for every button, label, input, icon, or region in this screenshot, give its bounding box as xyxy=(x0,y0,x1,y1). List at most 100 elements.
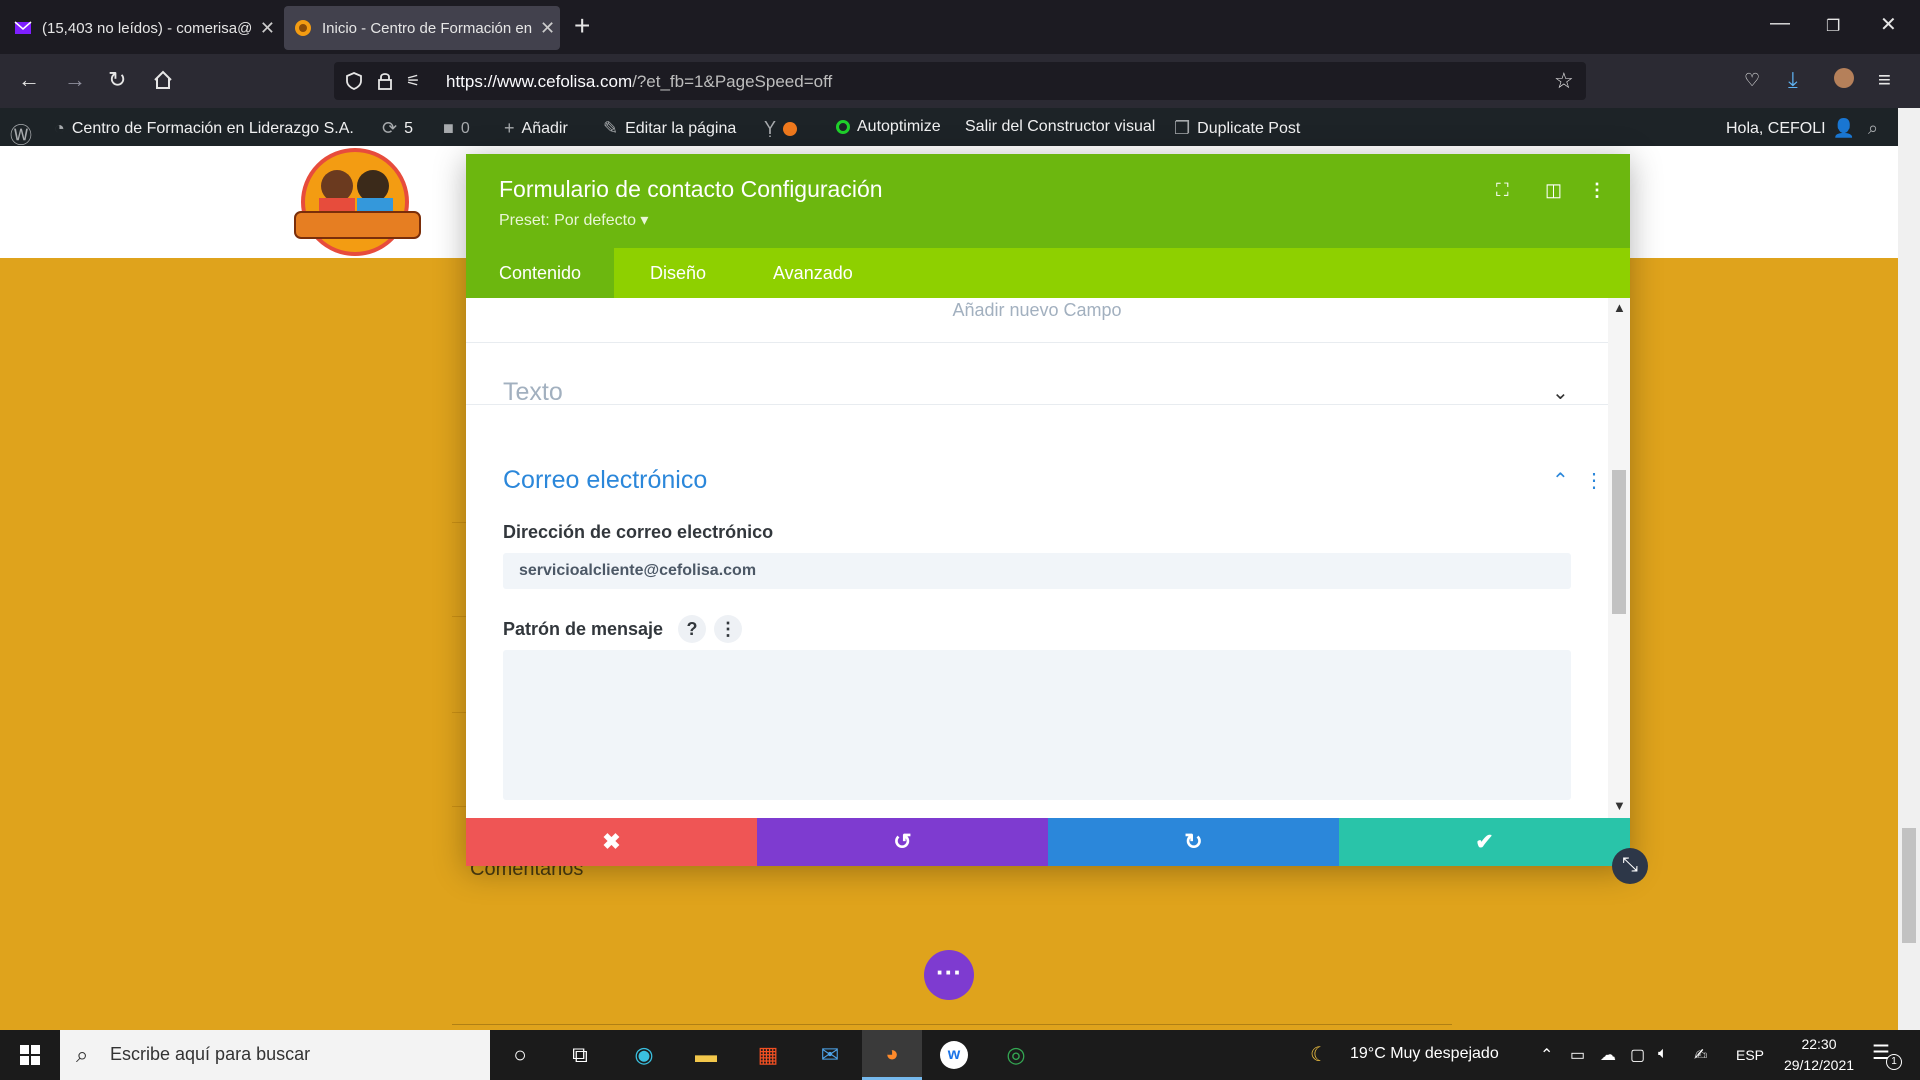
close-icon: ✖ xyxy=(602,829,621,854)
search-icon: ⌕ xyxy=(76,1042,89,1067)
cancel-button[interactable]: ✖ xyxy=(466,818,757,866)
display-icon[interactable]: ▢ xyxy=(1630,1045,1645,1065)
wp-account[interactable]: Hola, CEFOLI 👤 xyxy=(1726,118,1855,139)
window-close-icon[interactable]: ✕ xyxy=(1880,12,1897,37)
tab-title: (15,403 no leídos) - comerisa@y xyxy=(42,19,252,37)
exit-builder-label: Salir del Constructor visual xyxy=(965,118,1156,135)
close-tab-icon[interactable]: ✕ xyxy=(540,18,555,39)
save-button[interactable]: ✔ xyxy=(1339,818,1630,866)
split-view-icon[interactable]: ◫ xyxy=(1545,180,1562,201)
input-language[interactable]: ESP xyxy=(1736,1047,1764,1063)
mail-icon xyxy=(14,21,32,34)
firefox-icon[interactable]: ◕ xyxy=(862,1030,922,1080)
shield-icon[interactable] xyxy=(344,71,364,91)
home-icon[interactable] xyxy=(152,69,174,91)
clock-time: 22:30 xyxy=(1801,1036,1837,1052)
weather-text[interactable]: 19°C Muy despejado xyxy=(1350,1045,1499,1063)
modal-scrollbar-thumb[interactable] xyxy=(1612,470,1626,614)
store-icon[interactable]: ▦ xyxy=(738,1030,798,1080)
download-icon[interactable]: ⤓ xyxy=(1788,67,1798,93)
file-explorer-icon[interactable]: ▬ xyxy=(676,1030,736,1080)
windows-icon[interactable] xyxy=(0,1030,60,1080)
help-icon[interactable]: ? xyxy=(678,615,706,643)
new-tab-icon[interactable]: + xyxy=(574,10,590,42)
close-tab-icon[interactable]: ✕ xyxy=(260,18,275,39)
back-icon[interactable]: ← xyxy=(18,67,40,93)
tab-avanzado[interactable]: Avanzado xyxy=(740,248,886,298)
more-options-icon[interactable]: ⋮ xyxy=(1588,180,1606,201)
message-pattern-textarea[interactable] xyxy=(503,650,1571,800)
url-text[interactable]: https://www.cefolisa.com/?et_fb=1&PageSp… xyxy=(446,72,832,92)
taskbar-search-input[interactable]: ⌕ Escribe aquí para buscar xyxy=(60,1030,490,1080)
wps-icon[interactable]: w xyxy=(924,1030,984,1080)
add-new-field-button[interactable]: Añadir nuevo Campo xyxy=(466,300,1608,321)
menu-icon[interactable]: ≡ xyxy=(1878,67,1891,93)
restore-icon[interactable]: ❐ xyxy=(1826,16,1840,36)
scroll-down-icon[interactable]: ▼ xyxy=(1613,798,1626,813)
cortana-icon[interactable]: ○ xyxy=(490,1030,550,1080)
volume-icon[interactable]: 🔈︎ xyxy=(1658,1045,1668,1063)
add-new-label: Añadir xyxy=(521,119,568,137)
preset-selector[interactable]: Preset: Por defecto ▾ xyxy=(499,210,648,230)
section-texto-toggle[interactable]: Texto xyxy=(503,378,563,407)
task-view-icon[interactable]: ⧉ xyxy=(550,1030,610,1080)
windows-taskbar: ⌕ Escribe aquí para buscar ○ ⧉ ◉ ▬ ▦ ✉ ◕… xyxy=(0,1030,1920,1080)
tray-chevron-up-icon[interactable]: ⌃ xyxy=(1540,1045,1553,1065)
wp-duplicate-post[interactable]: ❐ Duplicate Post xyxy=(1174,118,1300,139)
wp-search-icon[interactable]: ⌕ xyxy=(1868,118,1878,139)
modal-header[interactable]: Formulario de contacto Configuración Pre… xyxy=(466,154,1630,248)
tab-contenido[interactable]: Contenido xyxy=(466,248,615,298)
network-icon[interactable]: ▭ xyxy=(1570,1045,1585,1065)
greeting-label: Hola, CEFOLI xyxy=(1726,119,1826,137)
reload-icon[interactable]: ↻ xyxy=(108,67,126,93)
onedrive-icon[interactable]: ☁ xyxy=(1600,1045,1616,1065)
builder-menu-button[interactable]: ··· xyxy=(924,950,974,1000)
wp-exit-builder[interactable]: Salir del Constructor visual xyxy=(965,118,1155,136)
wp-autoptimize[interactable]: Autoptimize xyxy=(836,118,941,136)
browser-nav-bar: ← → ↻ ⚟ https://www.cefolisa.com/?et_fb=… xyxy=(0,54,1920,108)
profile-avatar[interactable] xyxy=(1834,68,1854,88)
wp-add-new[interactable]: + Añadir xyxy=(504,118,568,139)
chevron-down-icon[interactable]: ⌄ xyxy=(1552,380,1569,405)
lock-icon[interactable] xyxy=(376,71,394,91)
fullscreen-icon[interactable]: ⛶ xyxy=(1496,180,1509,201)
modal-scrollbar[interactable]: ▲ ▼ xyxy=(1608,298,1630,818)
section-options-icon[interactable]: ⋮ xyxy=(1584,468,1604,493)
cefoli-logo[interactable] xyxy=(285,146,435,258)
divider xyxy=(466,342,1608,343)
weather-icon[interactable]: ☾ xyxy=(1310,1042,1328,1067)
email-field[interactable] xyxy=(503,553,1571,589)
pen-icon[interactable]: ✍︎ xyxy=(1694,1045,1707,1065)
clock[interactable]: 22:30 29/12/2021 xyxy=(1776,1034,1862,1076)
section-correo-toggle[interactable]: Correo electrónico xyxy=(503,466,707,495)
wp-site-name[interactable]: ◔ Centro de Formación en Liderazgo S.A. xyxy=(54,118,354,139)
mail-app-icon[interactable]: ✉ xyxy=(800,1030,860,1080)
wp-yoast[interactable]: Ỵ xyxy=(764,118,798,139)
star-icon[interactable]: ☆ xyxy=(1554,68,1574,94)
page-scrollbar[interactable] xyxy=(1898,108,1920,1030)
scroll-up-icon[interactable]: ▲ xyxy=(1613,300,1626,315)
redo-button[interactable]: ↻ xyxy=(1048,818,1339,866)
permissions-icon[interactable]: ⚟ xyxy=(406,71,420,91)
wp-comments[interactable]: ■ 0 xyxy=(443,118,470,139)
undo-button[interactable]: ↺ xyxy=(757,818,1048,866)
tab-cefolisa[interactable]: Inicio - Centro de Formación en ✕ xyxy=(284,6,560,50)
forward-icon[interactable]: → xyxy=(64,67,86,93)
tab-diseno[interactable]: Diseño xyxy=(617,248,739,298)
resize-handle-icon[interactable]: ⤡ xyxy=(1612,848,1648,884)
modal-tabs: Contenido Diseño Avanzado xyxy=(466,248,1630,298)
module-settings-modal: Formulario de contacto Configuración Pre… xyxy=(466,154,1630,866)
field-options-icon[interactable]: ⋮ xyxy=(714,615,742,643)
wp-edit-page[interactable]: ✎ Editar la página xyxy=(603,118,736,139)
yoast-icon: Ỵ xyxy=(764,118,777,138)
wp-updates[interactable]: ⟳ 5 xyxy=(382,118,413,139)
url-bar[interactable]: ⚟ https://www.cefolisa.com/?et_fb=1&Page… xyxy=(334,62,1586,100)
minimize-icon[interactable]: — xyxy=(1770,12,1790,35)
pocket-icon[interactable]: ♡ xyxy=(1744,70,1760,91)
edge-icon[interactable]: ◉ xyxy=(614,1030,674,1080)
notifications-icon[interactable]: ☰ 1 xyxy=(1872,1040,1902,1070)
tab-yahoo-mail[interactable]: (15,403 no leídos) - comerisa@y ✕ xyxy=(10,6,275,50)
chrome-icon[interactable]: ◎ xyxy=(986,1030,1046,1080)
page-scrollbar-thumb[interactable] xyxy=(1902,828,1916,943)
chevron-up-icon[interactable]: ⌃ xyxy=(1552,468,1569,493)
